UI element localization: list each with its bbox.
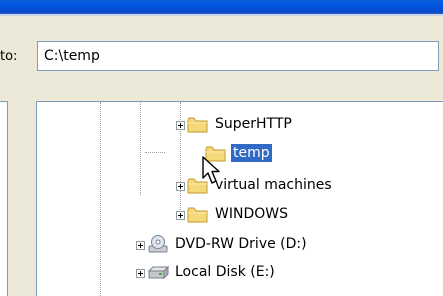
tree-guide-line bbox=[145, 152, 165, 154]
tree-guide-line bbox=[100, 102, 102, 296]
window-title-bar bbox=[0, 0, 443, 14]
mouse-pointer-icon bbox=[202, 156, 220, 184]
tree-item-local-disk[interactable]: Local Disk (E:) bbox=[173, 263, 277, 281]
tree-item-superhttp[interactable]: SuperHTTP bbox=[213, 115, 294, 133]
tree-item-temp[interactable]: temp bbox=[231, 144, 272, 162]
expand-toggle-windows[interactable] bbox=[176, 211, 185, 220]
address-label: to: bbox=[0, 49, 18, 64]
expand-toggle-virtual-machines[interactable] bbox=[176, 182, 185, 191]
tree-item-dvd-drive[interactable]: DVD-RW Drive (D:) bbox=[173, 235, 309, 253]
expand-toggle-local-disk[interactable] bbox=[136, 269, 145, 278]
address-input[interactable] bbox=[37, 41, 439, 71]
expand-toggle-dvd-drive[interactable] bbox=[136, 241, 145, 250]
hard-disk-icon bbox=[147, 265, 169, 280]
folder-icon bbox=[187, 117, 208, 133]
tree-guide-line bbox=[140, 102, 142, 195]
dvd-drive-icon bbox=[148, 235, 168, 253]
folder-icon bbox=[187, 207, 208, 223]
tree-item-virtual-machines[interactable]: virtual machines bbox=[213, 176, 334, 194]
folder-tree[interactable]: SuperHTTP temp virtual machines WINDOWS … bbox=[36, 101, 443, 296]
expand-toggle-superhttp[interactable] bbox=[176, 121, 185, 130]
title-bar-edge bbox=[0, 14, 443, 16]
tree-guide-line bbox=[180, 102, 182, 214]
left-pane bbox=[0, 101, 8, 296]
tree-item-windows[interactable]: WINDOWS bbox=[213, 205, 290, 223]
